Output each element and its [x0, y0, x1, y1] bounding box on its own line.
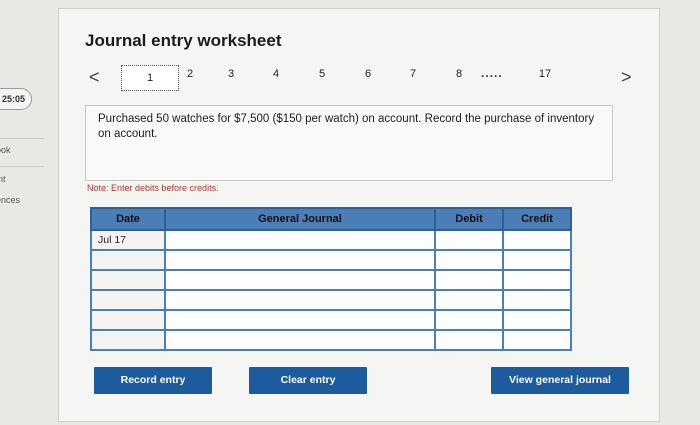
table-row: Jul 17 [90, 229, 572, 251]
date-cell [90, 269, 166, 291]
credit-column-header: Credit [502, 207, 572, 231]
credit-input[interactable] [502, 329, 572, 351]
sidebar-link-ebook[interactable]: ook [0, 145, 11, 155]
journal-entry-table: Date General Journal Debit Credit Jul 17 [90, 207, 572, 351]
table-row [90, 309, 572, 331]
table-header-row: Date General Journal Debit Credit [90, 207, 572, 231]
page-6-button[interactable]: 6 [358, 68, 378, 80]
credit-input[interactable] [502, 269, 572, 291]
date-cell: Jul 17 [90, 229, 166, 251]
debit-input[interactable] [434, 269, 504, 291]
date-cell [90, 289, 166, 311]
page-3-button[interactable]: 3 [221, 68, 241, 80]
date-cell [90, 309, 166, 331]
general-journal-column-header: General Journal [164, 207, 436, 231]
account-dropdown[interactable] [164, 329, 436, 351]
date-cell [90, 249, 166, 271]
view-general-journal-button[interactable]: View general journal [491, 367, 629, 394]
record-entry-button[interactable]: Record entry [94, 367, 212, 394]
journal-worksheet-panel: Journal entry worksheet < 1 2 3 4 5 6 7 … [58, 8, 660, 422]
debit-column-header: Debit [434, 207, 504, 231]
next-page-button[interactable]: > [621, 65, 632, 89]
debit-input[interactable] [434, 229, 504, 251]
page-5-button[interactable]: 5 [312, 68, 332, 80]
page-4-button[interactable]: 4 [266, 68, 286, 80]
page-8-button[interactable]: 8 [449, 68, 469, 80]
question-text: Purchased 50 watches for $7,500 ($150 pe… [85, 105, 613, 181]
account-dropdown[interactable] [164, 289, 436, 311]
sidebar-divider [0, 138, 44, 139]
page-17-button[interactable]: 17 [535, 68, 555, 80]
table-row [90, 249, 572, 271]
clear-entry-button[interactable]: Clear entry [249, 367, 367, 394]
debit-input[interactable] [434, 309, 504, 331]
instruction-note: Note: Enter debits before credits. [87, 183, 219, 193]
account-dropdown[interactable] [164, 249, 436, 271]
table-row [90, 269, 572, 291]
account-dropdown[interactable] [164, 309, 436, 331]
account-dropdown[interactable] [164, 269, 436, 291]
date-cell [90, 329, 166, 351]
debit-input[interactable] [434, 249, 504, 271]
page-title: Journal entry worksheet [85, 31, 282, 50]
sidebar-divider [0, 166, 44, 167]
credit-input[interactable] [502, 249, 572, 271]
pager-ellipsis: ..... [481, 66, 503, 80]
page-1-button[interactable]: 1 [121, 65, 179, 91]
debit-input[interactable] [434, 329, 504, 351]
sidebar-link-print[interactable]: int [0, 174, 6, 184]
credit-input[interactable] [502, 289, 572, 311]
worksheet-pager: < 1 2 3 4 5 6 7 8 ..... 17 > [79, 65, 639, 91]
sidebar-link-references[interactable]: ences [0, 195, 20, 205]
table-row [90, 289, 572, 311]
page-7-button[interactable]: 7 [403, 68, 423, 80]
credit-input[interactable] [502, 309, 572, 331]
debit-input[interactable] [434, 289, 504, 311]
page-2-button[interactable]: 2 [180, 68, 200, 80]
credit-input[interactable] [502, 229, 572, 251]
account-dropdown[interactable] [164, 229, 436, 251]
table-row [90, 329, 572, 351]
timer-badge: 25:05 [0, 88, 32, 110]
date-column-header: Date [90, 207, 166, 231]
prev-page-button[interactable]: < [89, 65, 100, 89]
